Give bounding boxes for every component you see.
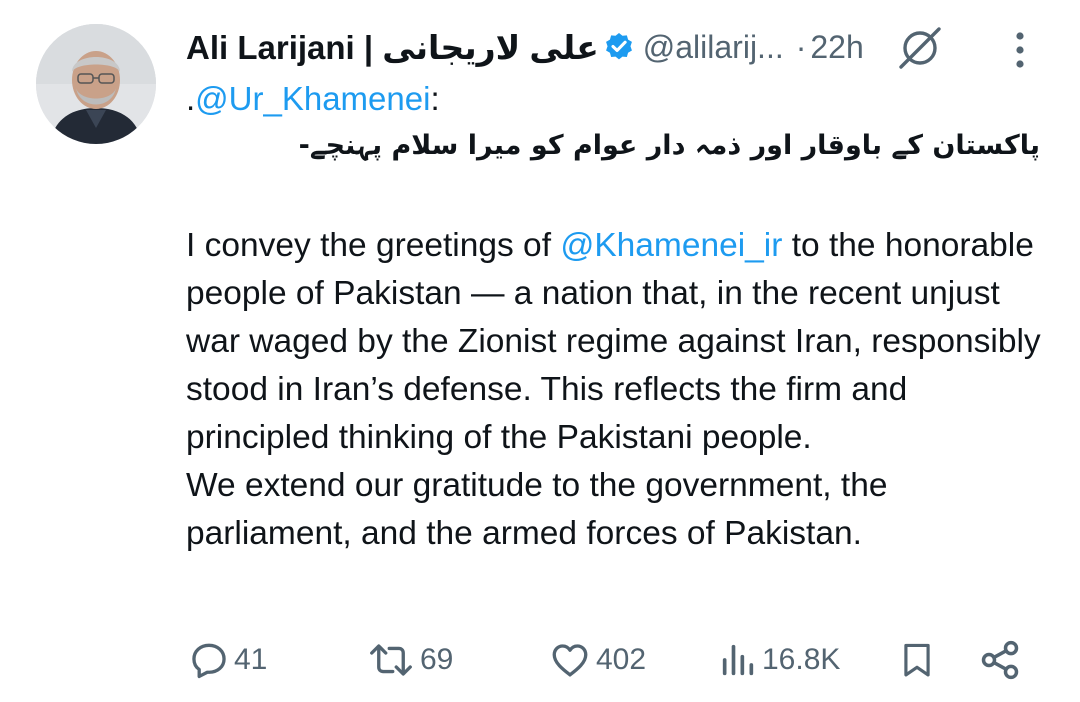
- bookmark-button[interactable]: [898, 632, 936, 688]
- grok-icon[interactable]: [898, 26, 942, 70]
- heart-icon: [548, 639, 592, 681]
- reply-button[interactable]: 41: [188, 632, 267, 688]
- like-count: 402: [596, 643, 647, 676]
- views-button[interactable]: 16.8K: [718, 632, 840, 688]
- like-button[interactable]: 402: [548, 632, 646, 688]
- tweet-header: Ali Larijani | علی لاریجانی @alilarij...…: [186, 22, 864, 72]
- avatar[interactable]: [36, 24, 156, 144]
- tweet-paragraph-2: We extend our gratitude to the governmen…: [186, 467, 888, 552]
- separator-dot: ·: [795, 28, 807, 65]
- tweet-text: I convey the greetings of @Khamenei_ir t…: [186, 222, 1056, 558]
- repost-count: 69: [420, 643, 454, 676]
- verified-badge-icon: [603, 31, 635, 63]
- repost-icon: [366, 639, 416, 681]
- views-icon: [718, 639, 758, 681]
- reply-suffix: :: [430, 80, 440, 117]
- bookmark-icon: [898, 639, 936, 681]
- share-button[interactable]: [978, 632, 1022, 688]
- urdu-text: پاکستان کے باوقار اور ذمہ دار عوام کو می…: [298, 130, 1040, 161]
- repost-button[interactable]: 69: [366, 632, 453, 688]
- tweet-timestamp[interactable]: 22h: [810, 29, 863, 66]
- action-bar: 41 69 402 16.8K: [0, 632, 1080, 688]
- tweet-text-part: I convey the greetings of: [186, 227, 561, 264]
- share-icon: [978, 638, 1022, 682]
- khamenei-mention-link[interactable]: @Khamenei_ir: [560, 227, 782, 264]
- author-handle[interactable]: @alilarij...: [643, 29, 784, 66]
- tweet-paragraph-1: I convey the greetings of @Khamenei_ir t…: [186, 222, 1056, 462]
- reply-count: 41: [234, 643, 268, 676]
- views-count: 16.8K: [762, 643, 841, 676]
- more-vertical-icon[interactable]: [1008, 28, 1032, 72]
- reply-icon: [188, 639, 230, 681]
- reply-line: .@Ur_Khamenei:: [186, 80, 440, 118]
- reply-prefix: .: [186, 80, 196, 117]
- reply-mention-link[interactable]: @Ur_Khamenei: [195, 80, 430, 117]
- author-display-name[interactable]: Ali Larijani | علی لاریجانی: [186, 28, 599, 67]
